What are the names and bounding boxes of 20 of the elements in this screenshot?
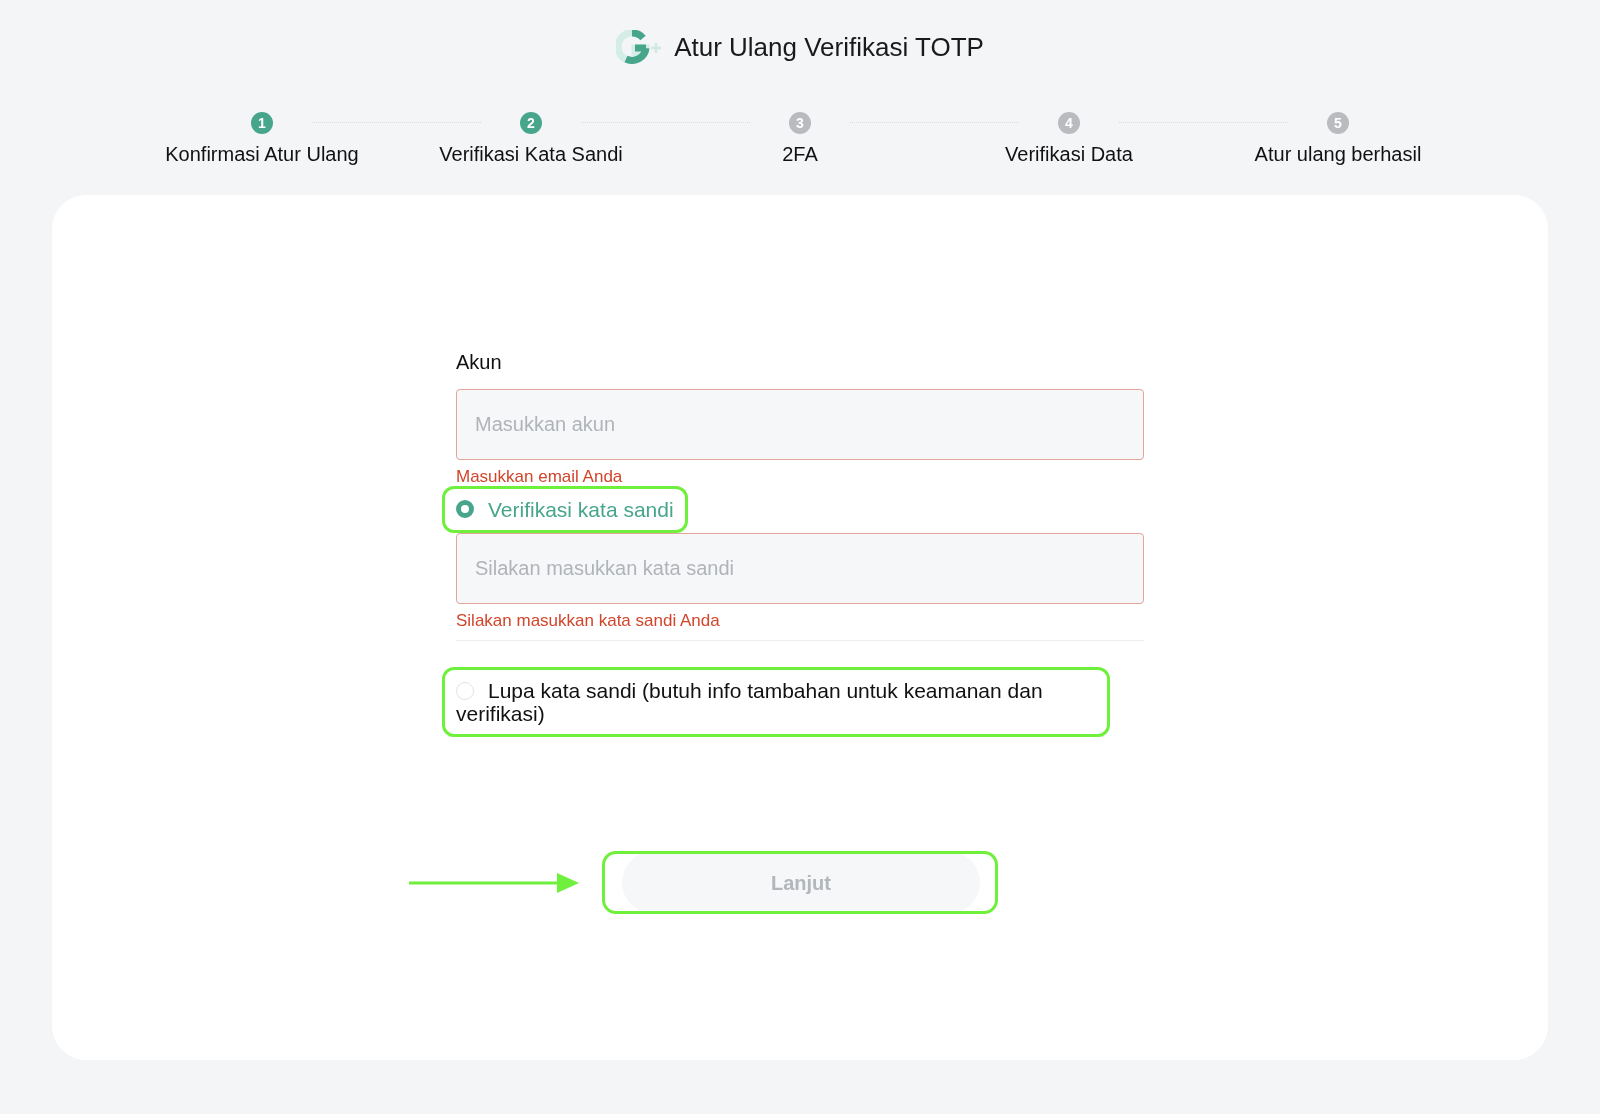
radio-option[interactable]: Lupa kata sandi (butuh info tambahan untuk keamanan dan verifikasi) — [456, 673, 1096, 731]
step-number: 4 — [1058, 112, 1080, 134]
error-message: Masukkan email Anda — [456, 466, 624, 488]
page-title: Atur Ulang Verifikasi TOTP — [674, 30, 984, 64]
step-label: Verifikasi Kata Sandi — [439, 142, 623, 167]
step-number: 1 — [251, 112, 273, 134]
step-label: 2FA — [782, 142, 818, 167]
error-message: Silakan masukkan kata sandi Anda — [456, 610, 1144, 641]
step-label: Konfirmasi Atur Ulang — [165, 142, 359, 167]
step-label: Atur ulang berhasil — [1254, 142, 1422, 167]
field-label: Akun — [456, 350, 503, 373]
step-number: 2 — [520, 112, 542, 134]
step-number: 3 — [789, 112, 811, 134]
step-label: Verifikasi Data — [1005, 142, 1133, 167]
password-input[interactable]: Silakan masukkan kata sandi — [456, 533, 1144, 604]
logo-icon — [616, 30, 663, 64]
account-input[interactable]: Masukkan akun — [456, 389, 1144, 460]
radio-button[interactable] — [456, 500, 474, 518]
arrow-icon — [409, 871, 579, 894]
step-number: 5 — [1327, 112, 1349, 134]
